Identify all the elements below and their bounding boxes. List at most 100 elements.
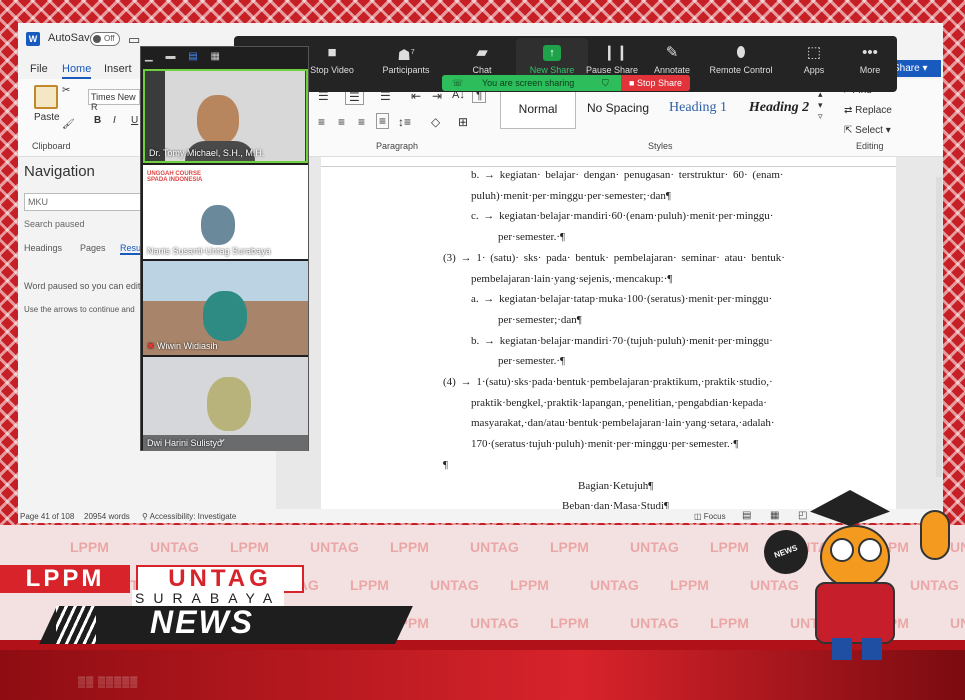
participant-name: ✖ Wiwin Widiasih [147,341,218,351]
document-area[interactable]: b. → kegiatan· belajar· dengan· penugasa… [276,157,943,509]
cursor-icon: ⇱ [844,125,853,136]
borders-icon[interactable]: ⊞ [458,115,468,129]
watermark-text: UNTAG [630,539,679,555]
document-line: masyarakat,·dan/atau·bentuk·pembelajaran… [471,417,775,430]
align-right-icon[interactable]: ≡ [358,115,365,129]
vertical-scrollbar[interactable] [936,177,942,477]
menu-file[interactable]: File [30,63,48,75]
document-line: Bagian·Ketujuh¶ [578,479,654,492]
participant-tile-3[interactable]: ✖ Wiwin Widiasih [143,261,308,355]
mouse-icon: ⬮ [736,44,746,61]
styles-scroll-icon[interactable]: ▴ ▾ ▿ [818,89,823,122]
word-count: 20954 words [84,512,130,521]
watermark-text: LPPM [550,539,589,555]
document-line: Beban·dan·Masa·Studi¶ [562,500,670,509]
participant-tile-1[interactable]: Dr. Tomy Michael, S.H., M.H. [143,69,308,163]
accessibility-icon: ⚲ [142,512,150,521]
participant-tile-2[interactable]: UNGGAH COURSE SPADA INDONESIA Nanis Susa… [143,165,308,259]
watermark-text: LPPM [70,539,109,555]
more-button[interactable]: ••• More [834,38,906,90]
cut-icon[interactable]: ✂ [62,85,70,96]
italic-button[interactable]: I [113,115,116,126]
select-button[interactable]: ⇱ Select ▾ [844,125,891,136]
watermark-text: LPPM [230,539,269,555]
style-heading-2[interactable]: Heading 2 [740,87,818,129]
minimize-icon[interactable]: ▁ [145,51,153,62]
paste-icon[interactable] [34,85,58,109]
thumbnail-view-icon[interactable]: ▬ [165,51,175,62]
participant-name: Dwi Harini Sulistyo [147,438,223,448]
gallery-header: ▁ ▬ ▤ ▦ [145,51,305,67]
watermark-text: LPPM [670,577,709,593]
tab-pages[interactable]: Pages [80,243,106,253]
continue-message: Use the arrows to continue and [24,305,135,314]
document-line: per·semester.·¶ [498,231,565,244]
style-no-spacing[interactable]: No Spacing [580,87,656,129]
style-heading-1[interactable]: Heading 1 [660,87,736,129]
focus-icon: ◫ [694,512,704,521]
shading-icon[interactable]: ◇ [431,115,440,129]
menu-home[interactable]: Home [62,63,92,79]
clipboard-group-label: Clipboard [32,141,71,151]
stop-share-button[interactable]: ■ Stop Share [621,75,690,91]
logo-untag: UNTAG [136,565,304,593]
read-mode-icon[interactable]: ▤ [742,510,751,521]
watermark-text: UNTAG [150,539,199,555]
document-page[interactable]: b. → kegiatan· belajar· dengan· penugasa… [321,157,896,509]
watermark-text: LPPM [710,539,749,555]
menu-insert[interactable]: Insert [104,63,132,75]
align-left-icon[interactable]: ≡ [318,115,325,129]
underline-button[interactable]: U [131,115,138,126]
news-stripes [56,606,96,644]
graduation-cap-icon [810,490,890,526]
sharing-message: You are screen sharing [482,78,575,88]
line-spacing-icon[interactable]: ↕≡ [398,115,411,129]
paused-message: Word paused so you can edit y [24,281,148,291]
document-line: b. → kegiatan· belajar· dengan· penugasa… [471,169,784,181]
bottom-dots: ▒▒ ▒▒▒▒▒ [78,677,139,688]
document-line: b. → kegiatan·belajar·mandiri·70·(tujuh·… [471,334,773,347]
paste-label[interactable]: Paste [34,112,60,123]
chat-icon: ▰ [476,44,488,61]
participants-button[interactable]: ☗7 Participants [370,38,442,90]
watermark-text: LPPM [550,615,589,631]
document-line: ¶ [443,458,448,471]
document-line: (3) → 1· (satu)· sks· pada· bentuk· pemb… [443,251,785,264]
watermark-text: UNTAG [630,615,679,631]
bold-button[interactable]: B [94,115,101,126]
gallery-view-icon[interactable]: ▦ [211,51,220,62]
microphone-icon: NEWS [757,523,815,581]
watermark-text: LPPM [390,539,429,555]
autosave-toggle[interactable]: Off [90,32,120,46]
chevron-down-icon[interactable]: ⌄ [217,431,227,445]
pause-icon: ❙❙ [603,44,629,61]
focus-button[interactable]: ◫ Focus [694,512,726,521]
style-normal[interactable]: Normal [500,87,576,129]
replace-icon: ⇄ [844,105,853,116]
ruler [321,157,896,167]
page-count: Page 41 of 108 [20,512,75,521]
tab-results[interactable]: Resu [120,243,142,255]
editing-group-label: Editing [856,141,884,151]
apps-icon: ⬚ [806,44,822,61]
zoom-gallery-panel: ▁ ▬ ▤ ▦ Dr. Tomy Michael, S.H., M.H. UNG… [140,46,309,451]
replace-button[interactable]: ⇄ Replace [844,105,892,116]
font-name-input[interactable]: Times New R [88,89,140,112]
remote-control-button[interactable]: ⬮ Remote Control [702,38,780,90]
participants-icon: ☗7 [397,47,415,64]
slide-text: UNGGAH COURSE SPADA INDONESIA [147,171,203,183]
speaker-view-icon[interactable]: ▤ [188,51,197,62]
format-painter-icon[interactable]: 🖌 [62,119,75,130]
align-center-icon[interactable]: ≡ [338,115,345,129]
justify-icon[interactable]: ≡ [376,113,390,129]
watermark-text: UNTAG [470,539,519,555]
navigation-title: Navigation [24,163,95,180]
shield-icon: ⛉ [602,78,609,88]
pencil-icon: ✎ [665,44,679,61]
save-icon[interactable]: ▭ [128,32,140,48]
owl-mascot: NEWS [757,490,965,670]
accessibility-status[interactable]: ⚲ Accessibility: Investigate [142,512,236,521]
tab-headings[interactable]: Headings [24,243,62,253]
autosave-label: AutoSave [48,32,96,44]
participant-name: Dr. Tomy Michael, S.H., M.H. [149,148,265,158]
